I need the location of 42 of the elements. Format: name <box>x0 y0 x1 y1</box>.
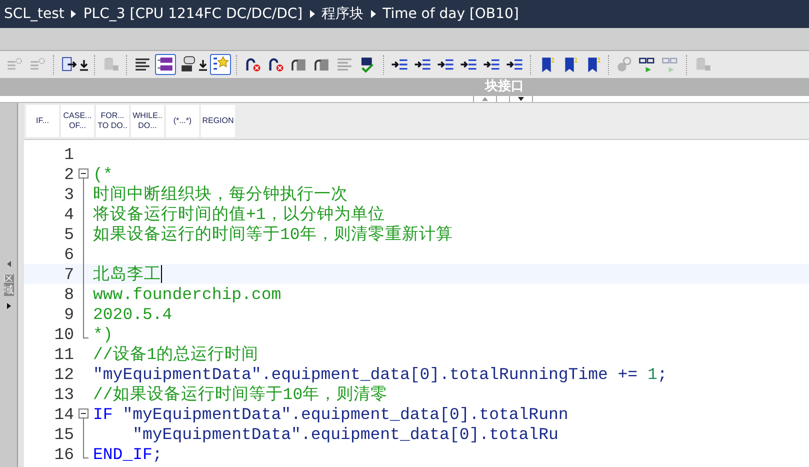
line-number: 12 <box>53 364 75 384</box>
line-number: 6 <box>63 244 75 264</box>
code-line: IF "myEquipmentData".equipment_data[0].totalRunn <box>92 404 568 424</box>
line-number: 9 <box>63 304 75 324</box>
instruction-button[interactable]: FOR... TO DO.. <box>96 105 129 137</box>
breadcrumb-item[interactable]: 程序块 <box>322 5 364 23</box>
breadcrumb-item[interactable]: PLC_3 [CPU 1214FC DC/DC/DC] <box>83 6 303 22</box>
line-number: 4 <box>63 204 75 224</box>
line-number: 3 <box>63 184 75 204</box>
code-line: 时间中断组织块，每分钟执行一次 <box>92 184 348 205</box>
instruction-button[interactable]: CASE... OF... <box>61 105 94 137</box>
code-line: *) <box>92 324 113 344</box>
instruction-button[interactable]: (*...*) <box>166 105 199 137</box>
line-number: 13 <box>53 384 75 404</box>
code-line: //如果设备运行时间等于10年，则清零 <box>92 384 388 405</box>
line-number: 16 <box>53 444 75 464</box>
code-line: END_IF; <box>92 444 162 464</box>
side-panel-label: 区域 <box>4 274 14 296</box>
instruction-button[interactable]: WHILE.. DO... <box>131 105 164 137</box>
code-line: //设备1的总运行时间 <box>92 344 259 365</box>
line-number: 14 <box>53 404 75 424</box>
line-number: 8 <box>63 284 75 304</box>
line-number: 5 <box>63 224 75 244</box>
code-line: 2020.5.4 <box>92 304 172 324</box>
code-line: 将设备运行时间的值+1，以分钟为单位 <box>92 204 385 225</box>
breadcrumb-item[interactable]: Time of day [OB10] <box>382 6 519 22</box>
code-line: "myEquipmentData".equipment_data[0].totalRunningTime += 1; <box>92 364 668 384</box>
line-number: 2 <box>63 164 75 184</box>
line-number: 10 <box>53 324 75 344</box>
code-line: "myEquipmentData".equipment_data[0].totalRu <box>132 424 558 444</box>
code-line: 如果设备运行的时间等于10年，则清零重新计算 <box>92 224 453 245</box>
line-number: 11 <box>53 344 75 364</box>
code-line: 北岛李工 <box>92 264 161 285</box>
line-number: 7 <box>63 264 75 284</box>
code-line: (* <box>92 164 113 184</box>
line-number: 1 <box>63 144 75 164</box>
breadcrumb-item[interactable]: SCL_test <box>4 6 64 22</box>
line-number: 15 <box>53 424 75 444</box>
instruction-button[interactable]: IF... <box>26 105 59 137</box>
code-line: www.founderchip.com <box>92 284 282 304</box>
instruction-button[interactable]: REGION <box>201 105 235 137</box>
side-panel[interactable]: 区域 <box>0 103 18 467</box>
